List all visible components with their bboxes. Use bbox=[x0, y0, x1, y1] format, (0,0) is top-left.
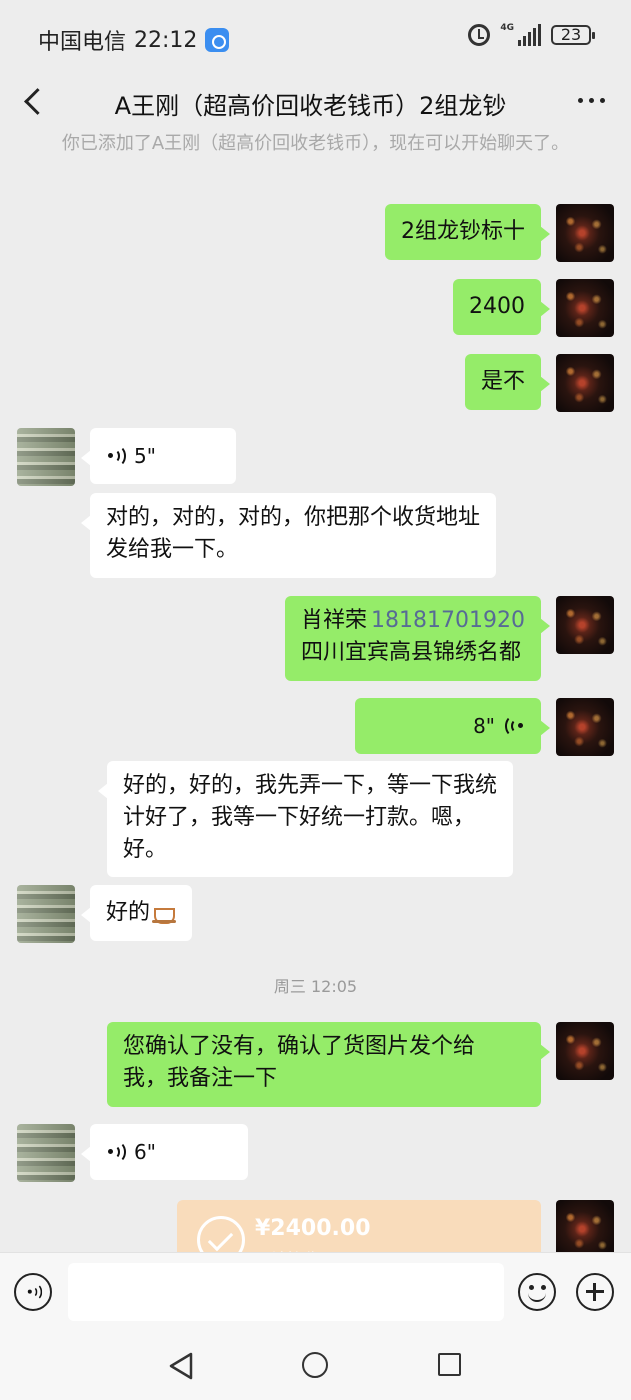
chat-title: A王刚（超高价回收老钱币）2组龙钞 bbox=[114, 92, 507, 120]
input-bar bbox=[0, 1252, 631, 1330]
message-text-line: 好的，好的，我先弄一下，等一下我统 bbox=[123, 773, 498, 798]
peer-avatar[interactable] bbox=[17, 428, 75, 486]
more-dots-icon[interactable] bbox=[578, 98, 605, 103]
network-type: 4G bbox=[500, 23, 514, 33]
nav-home-icon[interactable] bbox=[302, 1352, 328, 1378]
system-nav-bar bbox=[0, 1330, 631, 1400]
my-avatar[interactable] bbox=[556, 204, 614, 262]
my-avatar[interactable] bbox=[556, 698, 614, 756]
message-text-line: 发给我一下。 bbox=[106, 537, 239, 562]
voice-icon bbox=[106, 445, 128, 467]
my-avatar[interactable] bbox=[556, 596, 614, 654]
message-bubble[interactable]: 2400 bbox=[453, 279, 550, 335]
carrier-time: 中国电信 22:12 bbox=[38, 24, 230, 56]
coffee-emoji-icon bbox=[152, 902, 177, 924]
message-text: 好的 bbox=[106, 900, 151, 925]
message-text-line: 四川宜宾高县锦绣名都 bbox=[301, 640, 522, 665]
my-avatar[interactable] bbox=[556, 1200, 614, 1258]
phone-link[interactable]: 18181701920 bbox=[371, 608, 525, 633]
voice-icon bbox=[106, 1141, 128, 1163]
carrier-name: 中国电信 bbox=[38, 30, 127, 55]
battery-icon: 23 bbox=[551, 25, 595, 45]
transfer-amount: ¥2400.00 bbox=[255, 1216, 371, 1241]
peer-avatar[interactable] bbox=[17, 885, 75, 943]
plus-icon[interactable] bbox=[576, 1273, 614, 1311]
message-text-line: 您确认了没有，确认了货图片发个给 bbox=[123, 1034, 476, 1059]
message-text: 2组龙钞标十 bbox=[401, 219, 525, 244]
system-notice: 你已添加了A王刚（超高价回收老钱币），现在可以开始聊天了。 bbox=[61, 133, 570, 154]
nav-back-icon[interactable] bbox=[168, 1352, 194, 1380]
recipient-name: 肖祥荣 bbox=[301, 608, 368, 633]
message-text: 2400 bbox=[469, 294, 525, 319]
transfer-card[interactable]: ¥2400.00 已被接收 bbox=[177, 1200, 541, 1260]
status-bar: 中国电信 22:12 4G 23 bbox=[0, 0, 631, 72]
message-bubble[interactable]: 是不 bbox=[464, 354, 551, 410]
status-icons: 4G 23 bbox=[468, 24, 595, 46]
message-text-line: 好。 bbox=[123, 837, 168, 862]
message-text-line: 肖祥荣 18181701920 bbox=[301, 605, 525, 637]
message-bubble[interactable]: 好的 bbox=[80, 885, 193, 941]
voice-duration: 6" bbox=[134, 1140, 156, 1164]
message-bubble[interactable]: 对的，对的，对的，你把那个收货地址 发给我一下。 bbox=[80, 493, 497, 578]
my-avatar[interactable] bbox=[556, 354, 614, 412]
chevron-left-icon[interactable] bbox=[22, 88, 44, 114]
alarm-icon bbox=[468, 24, 491, 46]
voice-message[interactable]: 6" bbox=[81, 1124, 248, 1180]
voice-input-icon[interactable] bbox=[14, 1273, 52, 1311]
chat-header: A王刚（超高价回收老钱币）2组龙钞 bbox=[0, 72, 631, 130]
message-text-line: 对的，对的，对的，你把那个收货地址 bbox=[106, 505, 481, 530]
message-input[interactable] bbox=[68, 1263, 504, 1321]
voice-duration: 8" bbox=[473, 714, 495, 738]
nav-recent-icon[interactable] bbox=[438, 1353, 461, 1376]
voice-duration: 5" bbox=[134, 444, 156, 468]
message-text-line: 计好了，我等一下好统一打款。嗯， bbox=[123, 805, 476, 830]
voice-message[interactable]: 8" bbox=[355, 698, 550, 754]
message-bubble[interactable]: 2组龙钞标十 bbox=[385, 204, 550, 260]
message-bubble[interactable]: 您确认了没有，确认了货图片发个给 我，我备注一下 bbox=[107, 1022, 550, 1107]
voice-icon bbox=[503, 715, 525, 737]
my-avatar[interactable] bbox=[556, 1022, 614, 1080]
my-avatar[interactable] bbox=[556, 279, 614, 337]
emoji-icon[interactable] bbox=[518, 1273, 556, 1311]
message-bubble[interactable]: 肖祥荣 18181701920 四川宜宾高县锦绣名都 bbox=[285, 596, 550, 681]
timestamp: 周三 12:05 bbox=[273, 977, 358, 996]
peer-avatar[interactable] bbox=[17, 1124, 75, 1182]
signal-icon: 4G bbox=[500, 24, 541, 46]
clock: 22:12 bbox=[134, 27, 198, 53]
message-text-line: 我，我备注一下 bbox=[123, 1066, 278, 1091]
message-bubble[interactable]: 好的，好的，我先弄一下，等一下我统 计好了，我等一下好统一打款。嗯， 好。 bbox=[97, 761, 514, 877]
message-text: 是不 bbox=[480, 369, 525, 394]
hotspot-icon bbox=[205, 28, 230, 52]
voice-message[interactable]: 5" bbox=[81, 428, 236, 484]
